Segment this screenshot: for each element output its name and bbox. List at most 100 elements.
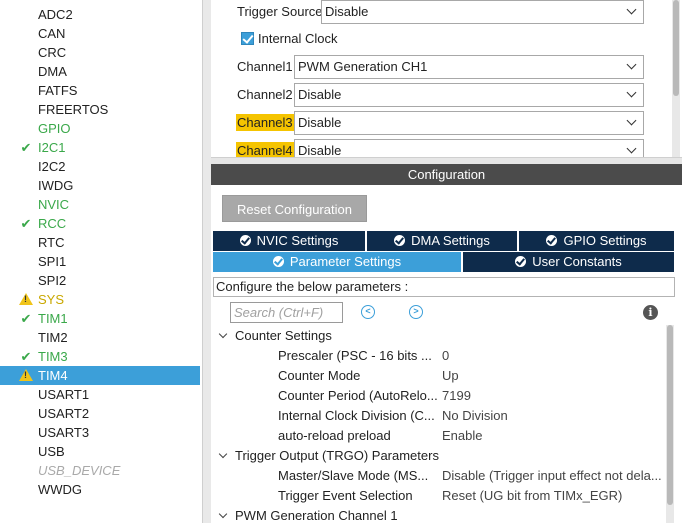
param-counter-mode-value[interactable]: Up [442,366,663,386]
group-pwm-channel1[interactable]: PWM Generation Channel 1 [218,506,398,523]
trigger-source-select[interactable]: Disable [321,0,644,24]
check-circle-icon [272,256,284,267]
search-input[interactable]: Search (Ctrl+F) [230,302,343,323]
sidebar-item-label: DMA [38,64,67,79]
channel2-select[interactable]: Disable [294,83,644,107]
tab-label: DMA Settings [411,233,490,248]
tab-parameter-settings[interactable]: Parameter Settings [213,252,461,272]
group-title: Counter Settings [235,328,332,343]
sidebar-item-iwdg[interactable]: IWDG [0,176,200,195]
chevron-down-icon [626,59,637,70]
sidebar-item-wwdg[interactable]: WWDG [0,480,200,499]
mode-scrollbar-thumb[interactable] [673,0,679,96]
sidebar-item-nvic[interactable]: NVIC [0,195,200,214]
sidebar-item-label: CAN [38,26,66,41]
sidebar-item-dma[interactable]: DMA [0,62,200,81]
sidebar-item-label: ADC2 [38,7,73,22]
param-counter-period-name[interactable]: Counter Period (AutoRelo... [278,386,438,406]
param-trigger-event-name[interactable]: Trigger Event Selection [278,486,438,506]
sidebar-item-tim3[interactable]: ✔ TIM3 [0,347,200,366]
sidebar-item-label: SPI1 [38,254,67,269]
parameter-scrollbar[interactable] [666,325,674,523]
sidebar-item-tim2[interactable]: TIM2 [0,328,200,347]
chevron-down-icon [626,4,637,15]
channel3-select[interactable]: Disable [294,111,644,135]
group-title: PWM Generation Channel 1 [235,508,398,523]
sidebar-item-gpio[interactable]: GPIO [0,119,200,138]
param-counter-mode-name[interactable]: Counter Mode [278,366,438,386]
parameter-tree: Counter Settings Prescaler (PSC - 16 bit… [211,325,663,523]
group-title: Trigger Output (TRGO) Parameters [235,448,439,463]
tab-gpio-settings[interactable]: GPIO Settings [519,231,674,251]
param-master-slave-value[interactable]: Disable (Trigger input effect not dela..… [442,466,663,486]
horizontal-splitter[interactable] [211,157,682,164]
chevron-down-icon [218,509,228,519]
channel2-value: Disable [298,87,342,102]
configure-hint: Configure the below parameters : [213,277,675,297]
configuration-header: Configuration [211,164,682,185]
internal-clock-checkbox[interactable] [241,32,254,45]
sidebar-item-usb[interactable]: USB [0,442,200,461]
parameter-scrollbar-thumb[interactable] [667,325,673,505]
chevron-down-icon [626,115,637,126]
group-counter-settings[interactable]: Counter Settings [218,326,332,346]
sidebar-item-rtc[interactable]: RTC [0,233,200,252]
sidebar-item-tim1[interactable]: ✔ TIM1 [0,309,200,328]
channel1-select[interactable]: PWM Generation CH1 [294,55,644,79]
info-icon[interactable]: i [643,305,658,320]
sidebar-item-usart3[interactable]: USART3 [0,423,200,442]
chevron-down-icon [218,329,228,339]
tab-label: NVIC Settings [256,233,339,248]
param-auto-reload-name[interactable]: auto-reload preload [278,426,438,446]
sidebar-item-usart1[interactable]: USART1 [0,385,200,404]
trigger-source-value: Disable [325,4,369,19]
param-clock-division-value[interactable]: No Division [442,406,663,426]
chevron-down-icon [626,87,637,98]
tab-label: GPIO Settings [563,233,647,248]
sidebar-item-usart2[interactable]: USART2 [0,404,200,423]
peripheral-list: ADC2 CAN CRC DMA FATFS FREERTOS GPIO ✔ I2… [0,0,202,523]
sidebar-item-label: USB [38,444,65,459]
param-counter-period-value[interactable]: 7199 [442,386,663,406]
param-auto-reload-value[interactable]: Enable [442,426,663,446]
tab-nvic-settings[interactable]: NVIC Settings [213,231,365,251]
sidebar-item-tim4[interactable]: TIM4 [0,366,200,385]
param-trigger-event-value[interactable]: Reset (UG bit from TIMx_EGR) [442,486,663,506]
check-icon: ✔ [20,349,32,364]
sidebar-item-label: CRC [38,45,67,60]
vertical-splitter[interactable] [202,0,211,523]
sidebar-item-sys[interactable]: SYS [0,290,200,309]
chevron-down-icon [218,449,228,459]
sidebar-item-freertos[interactable]: FREERTOS [0,100,200,119]
sidebar-item-can[interactable]: CAN [0,24,200,43]
sidebar-item-i2c1[interactable]: ✔ I2C1 [0,138,200,157]
sidebar-item-spi2[interactable]: SPI2 [0,271,200,290]
sidebar-item-rcc[interactable]: ✔ RCC [0,214,200,233]
sidebar-item-label: TIM3 [38,349,68,364]
mode-scrollbar[interactable] [672,0,680,157]
sidebar-item-usb-device: USB_DEVICE [0,461,200,480]
search-next-button[interactable]: > [409,305,423,319]
sidebar-item-label: NVIC [38,197,70,212]
tab-dma-settings[interactable]: DMA Settings [367,231,517,251]
tab-user-constants[interactable]: User Constants [463,252,674,272]
param-prescaler-value[interactable]: 0 [442,346,663,366]
channel1-value: PWM Generation CH1 [298,59,428,74]
sidebar-item-label: SPI2 [38,273,67,288]
check-circle-icon [546,235,558,246]
sidebar-item-i2c2[interactable]: I2C2 [0,157,200,176]
channel2-row: Channel2 Disable [211,83,671,107]
group-trigger-output[interactable]: Trigger Output (TRGO) Parameters [218,446,439,466]
sidebar-item-fatfs[interactable]: FATFS [0,81,200,100]
param-master-slave-name[interactable]: Master/Slave Mode (MS... [278,466,438,486]
param-clock-division-name[interactable]: Internal Clock Division (C... [278,406,438,426]
sidebar-item-crc[interactable]: CRC [0,43,200,62]
search-previous-button[interactable]: < [361,305,375,319]
reset-configuration-button[interactable]: Reset Configuration [222,195,367,222]
check-icon: ✔ [20,140,32,155]
param-prescaler-name[interactable]: Prescaler (PSC - 16 bits ... [278,346,438,366]
stm32cube-window: ADC2 CAN CRC DMA FATFS FREERTOS GPIO ✔ I2… [0,0,682,523]
sidebar-item-label: TIM4 [38,368,68,383]
sidebar-item-adc2[interactable]: ADC2 [0,5,200,24]
sidebar-item-spi1[interactable]: SPI1 [0,252,200,271]
